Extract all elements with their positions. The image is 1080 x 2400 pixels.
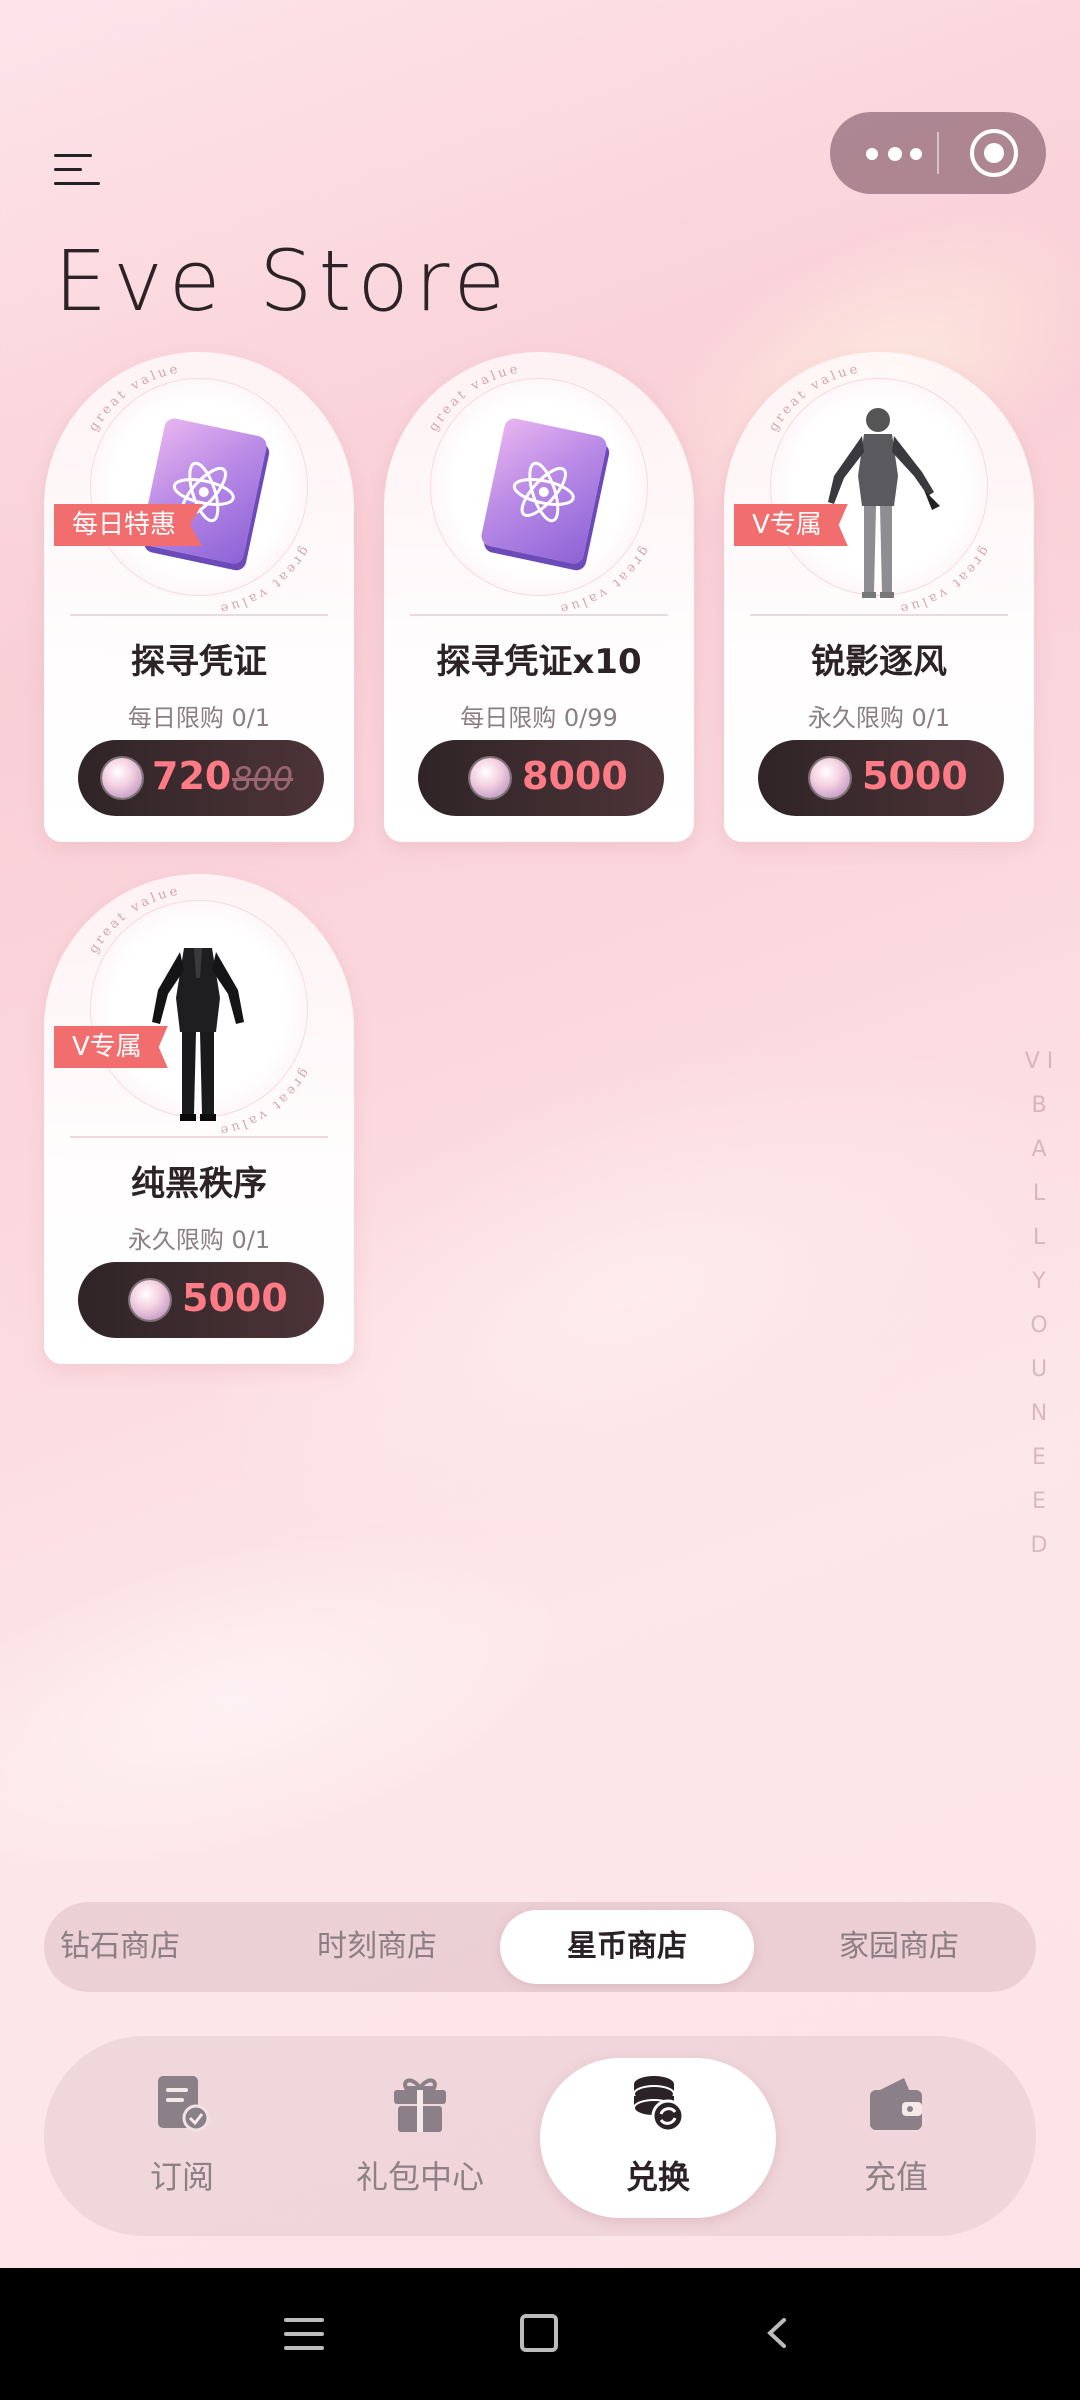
nav-label: 兑换 [625, 2158, 690, 2196]
purchase-limit: 永久限购 0/1 [127, 1226, 271, 1254]
price: 720 [152, 754, 232, 798]
product-name: 探寻凭证 [131, 642, 267, 682]
product-name: 探寻凭证x10 [436, 642, 642, 682]
nav-subscription[interactable]: 订阅 [82, 2036, 282, 2236]
nav-label: 订阅 [149, 2158, 214, 2196]
wallet-icon [870, 2078, 922, 2130]
purchase-limit: 每日限购 0/99 [460, 704, 618, 732]
atom-icon [512, 461, 575, 523]
recent-apps-icon[interactable] [284, 2318, 324, 2352]
page-title: Eve Store [54, 232, 512, 330]
vip-exclusive-tag: V专属 [734, 504, 848, 546]
daily-deal-tag: 每日特惠 [54, 504, 203, 546]
nav-label: 充值 [863, 2158, 928, 2196]
product-card[interactable]: great value great value 探寻凭证x10 每日限购 0/9… [384, 352, 694, 842]
price: 8000 [522, 754, 628, 798]
star-coin-icon [130, 1280, 170, 1320]
nav-exchange[interactable]: 兑换 [540, 2036, 776, 2236]
nav-recharge[interactable]: 充值 [796, 2036, 996, 2236]
buy-button[interactable]: 5000 [758, 740, 1004, 816]
buy-button[interactable]: 720 800 [78, 740, 324, 816]
original-price: 800 [232, 760, 294, 798]
system-navigation-bar [0, 2268, 1080, 2400]
product-name: 锐影逐风 [811, 642, 947, 682]
product-card[interactable]: great value great value V专属 锐影逐风 永久限购 0/… [724, 352, 1034, 842]
star-coin-icon [102, 758, 142, 798]
home-icon[interactable] [520, 2314, 558, 2352]
menu-icon[interactable] [54, 152, 100, 188]
tab-home-shop[interactable]: 家园商店 [784, 1902, 1014, 1992]
vip-exclusive-tag: V专属 [54, 1026, 168, 1068]
product-card[interactable]: great value great value 每日特惠 探寻凭证 每日限购 0… [44, 352, 354, 842]
purchase-limit: 每日限购 0/1 [127, 704, 271, 732]
mini-program-capsule [830, 112, 1046, 194]
tab-star-coin-shop[interactable]: 星币商店 [500, 1910, 754, 1984]
shop-tabs: 钻石商店 时刻商店 星币商店 家园商店 [44, 1902, 1036, 1992]
divider [750, 614, 1008, 616]
tab-diamond-shop[interactable]: 钻石商店 [44, 1902, 220, 1992]
coin-exchange-icon [633, 2076, 685, 2133]
nav-label: 礼包中心 [355, 2158, 484, 2196]
divider [410, 614, 668, 616]
price: 5000 [182, 1276, 288, 1320]
purchase-limit: 永久限购 0/1 [807, 704, 951, 732]
divider [70, 1136, 328, 1138]
more-icon[interactable] [866, 142, 928, 164]
capsule-divider [937, 132, 939, 174]
buy-button[interactable]: 8000 [418, 740, 664, 816]
star-coin-icon [810, 758, 850, 798]
star-coin-icon [470, 758, 510, 798]
product-name: 纯黑秩序 [131, 1164, 267, 1204]
subscription-icon [158, 2076, 210, 2132]
tab-moment-shop[interactable]: 时刻商店 [262, 1902, 492, 1992]
decorative-vertical-text: V I B A L L Y O U N E E D [1024, 1049, 1054, 1558]
background-glow [0, 1464, 607, 1936]
close-mini-program-icon[interactable] [970, 129, 1018, 177]
product-card[interactable]: great value great value V专属 纯黑秩序 永久限购 0/… [44, 874, 354, 1364]
gift-icon [394, 2078, 446, 2132]
divider [70, 614, 328, 616]
price: 5000 [862, 754, 968, 798]
nav-gift-center[interactable]: 礼包中心 [320, 2036, 520, 2236]
back-icon[interactable] [762, 2318, 792, 2348]
buy-button[interactable]: 5000 [78, 1262, 324, 1338]
bottom-nav: 订阅 礼包中心 兑换 充值 [44, 2036, 1036, 2236]
